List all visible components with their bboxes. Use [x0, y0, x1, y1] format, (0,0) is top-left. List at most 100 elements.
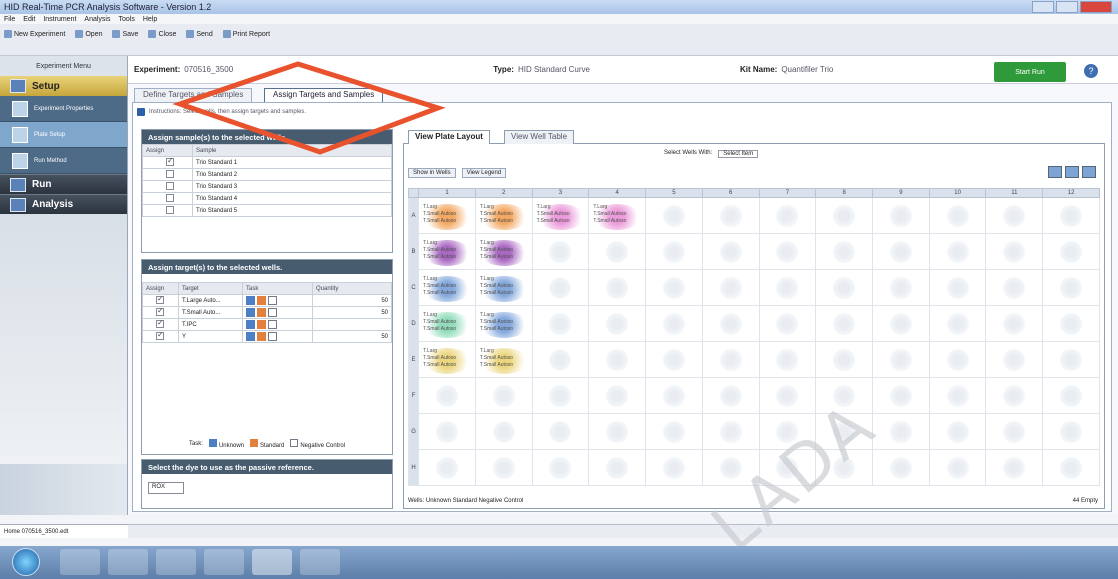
tab-view-well-table[interactable]: View Well Table [504, 130, 575, 144]
plate-well[interactable] [985, 449, 1044, 486]
zoom-out-icon[interactable] [1082, 166, 1096, 178]
sidebar-item-run-method[interactable]: Run Method [0, 148, 127, 174]
plate-well[interactable] [531, 305, 590, 342]
sidebar-item-plate-setup[interactable]: Plate Setup [0, 122, 127, 148]
plate-well[interactable] [758, 341, 817, 378]
plate-well[interactable] [531, 377, 590, 414]
taskbar-app-5[interactable] [252, 549, 292, 575]
plate-well[interactable] [815, 305, 873, 342]
plate-well[interactable] [872, 377, 930, 414]
table-row[interactable]: T.IPC [142, 318, 392, 331]
plate-well[interactable] [588, 377, 647, 414]
plate-well[interactable] [815, 233, 873, 270]
taskbar-app-6[interactable] [300, 549, 340, 575]
assign-checkbox[interactable] [156, 330, 164, 340]
plate-well[interactable] [1042, 269, 1100, 306]
plate-well[interactable] [588, 449, 647, 486]
column-header[interactable]: 5 [645, 188, 703, 198]
column-header[interactable]: 4 [588, 188, 647, 198]
plate-well[interactable] [758, 377, 817, 414]
plate-well[interactable] [588, 269, 647, 306]
plate-well[interactable] [418, 449, 476, 486]
plate-well[interactable] [928, 413, 987, 450]
taskbar-app-3[interactable] [156, 549, 196, 575]
plate-well[interactable]: T.Larg T.Small Autoso T.Small Autoso [474, 269, 533, 306]
task-standard-icon[interactable] [257, 320, 266, 329]
maximize-button[interactable] [1056, 1, 1078, 13]
assign-checkbox[interactable] [166, 193, 174, 202]
plate-well[interactable] [758, 197, 817, 234]
plate-well[interactable] [928, 233, 987, 270]
assign-checkbox[interactable] [166, 169, 174, 178]
plate-well[interactable] [418, 377, 476, 414]
plate-well[interactable] [928, 197, 987, 234]
assign-checkbox[interactable] [156, 294, 164, 304]
plate-well[interactable] [872, 197, 930, 234]
plate-well[interactable] [645, 305, 703, 342]
task-ntc-icon[interactable] [268, 308, 277, 317]
plate-well[interactable] [531, 233, 590, 270]
plate-well[interactable] [872, 341, 930, 378]
column-header[interactable]: 10 [928, 188, 987, 198]
row-header[interactable]: C [407, 269, 420, 306]
plate-well[interactable] [985, 197, 1044, 234]
plate-well[interactable] [928, 449, 987, 486]
close-experiment-button[interactable]: Close [148, 30, 176, 38]
plate-well[interactable] [928, 269, 987, 306]
plate-well[interactable] [645, 413, 703, 450]
assign-checkbox[interactable] [166, 181, 174, 190]
plate-well[interactable] [701, 197, 760, 234]
plate-well[interactable] [1042, 197, 1100, 234]
plate-well[interactable] [758, 305, 817, 342]
assign-checkbox[interactable] [156, 318, 164, 328]
plate-well[interactable] [645, 197, 703, 234]
plate-well[interactable]: T.Larg T.Small Autoso T.Small Autoso [531, 197, 590, 234]
menu-file[interactable]: File [4, 16, 15, 23]
plate-well[interactable]: T.Larg T.Small Autoso T.Small Autoso [474, 197, 533, 234]
plate-well[interactable]: T.Larg T.Small Autoso T.Small Autoso [418, 305, 476, 342]
row-header[interactable]: G [407, 413, 420, 450]
plate-well[interactable] [701, 269, 760, 306]
task-unknown-icon[interactable] [246, 296, 255, 305]
task-unknown-icon[interactable] [246, 332, 255, 341]
plate-well[interactable] [985, 233, 1044, 270]
plate-well[interactable] [1042, 233, 1100, 270]
plate-well[interactable] [645, 449, 703, 486]
column-header[interactable]: 9 [872, 188, 930, 198]
plate-well[interactable] [701, 341, 760, 378]
plate-well[interactable]: T.Larg T.Small Autoso T.Small Autoso [588, 197, 647, 234]
task-ntc-icon[interactable] [268, 332, 277, 341]
help-icon[interactable]: ? [1084, 64, 1098, 78]
row-header[interactable]: E [407, 341, 420, 378]
row-header[interactable]: B [407, 233, 420, 270]
table-row[interactable]: Trio Standard 4 [142, 192, 392, 205]
column-header[interactable]: 7 [758, 188, 817, 198]
column-header[interactable]: 12 [1042, 188, 1100, 198]
taskbar-app-1[interactable] [60, 549, 100, 575]
plate-well[interactable] [474, 377, 533, 414]
plate-well[interactable]: T.Larg T.Small Autoso T.Small Autoso [418, 233, 476, 270]
column-header[interactable]: 8 [815, 188, 873, 198]
plate-well[interactable] [645, 233, 703, 270]
table-row[interactable]: Trio Standard 2 [142, 168, 392, 181]
sidebar-item-experiment-properties[interactable]: Experiment Properties [0, 96, 127, 122]
plate-well[interactable] [588, 341, 647, 378]
plate-well[interactable]: T.Larg T.Small Autoso T.Small Autoso [418, 341, 476, 378]
save-button[interactable]: Save [112, 30, 138, 38]
column-header[interactable]: 6 [701, 188, 760, 198]
table-row[interactable]: Y50 [142, 330, 392, 343]
plate-well[interactable] [645, 377, 703, 414]
plate-well[interactable] [758, 233, 817, 270]
print-report-button[interactable]: Print Report [222, 30, 270, 38]
open-button[interactable]: Open [75, 30, 102, 38]
minimize-button[interactable] [1032, 1, 1054, 13]
plate-well[interactable] [985, 269, 1044, 306]
plate-well[interactable] [985, 413, 1044, 450]
table-row[interactable]: T.Large Auto...50 [142, 294, 392, 307]
close-button[interactable] [1080, 1, 1112, 13]
task-unknown-icon[interactable] [246, 320, 255, 329]
column-header[interactable]: 11 [985, 188, 1044, 198]
table-row[interactable]: T.Small Auto...50 [142, 306, 392, 319]
plate-well[interactable] [701, 413, 760, 450]
plate-well[interactable] [872, 233, 930, 270]
